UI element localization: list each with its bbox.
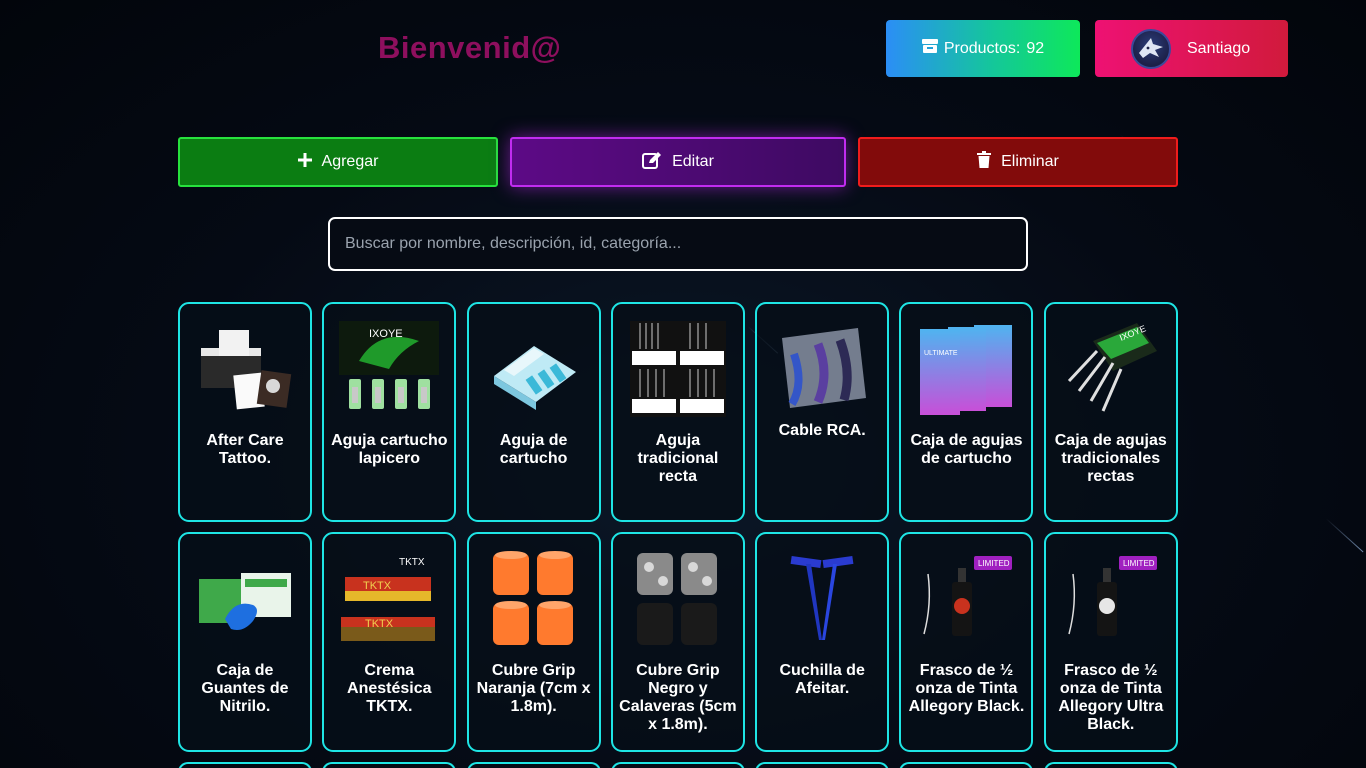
- product-name: Cuchilla de Afeitar.: [779, 662, 865, 697]
- product-name: Caja de Guantes de Nitrilo.: [201, 662, 289, 715]
- product-card[interactable]: Cubre Grip Naranja (7cm x 1.8m).: [466, 532, 601, 752]
- product-card[interactable]: [322, 762, 456, 768]
- product-card[interactable]: Cubre Grip Negro y Calaveras (5cm x 1.8m…: [610, 532, 745, 752]
- product-card[interactable]: [467, 762, 601, 768]
- product-card[interactable]: [899, 762, 1033, 768]
- product-card[interactable]: IXOYE Caja de agujas tradicionales recta…: [1043, 302, 1178, 522]
- product-name: Crema Anestésica TKTX.: [347, 662, 432, 715]
- user-name: Santiago: [1187, 39, 1251, 57]
- cartridge-pack-image: [484, 320, 584, 418]
- product-name: Cable RCA.: [778, 422, 866, 439]
- product-name: Aguja de cartucho: [499, 432, 568, 467]
- traditional-needle-image: [628, 320, 728, 418]
- svg-text:TKTX: TKTX: [363, 580, 392, 592]
- product-card[interactable]: IXOYE Aguja cartucho lapicero: [322, 302, 457, 522]
- product-grid: After Care Tattoo. IXOYE Aguja cartucho …: [178, 302, 1178, 752]
- product-card[interactable]: LIMITED Frasco de ½ onza de Tinta Allego…: [1043, 532, 1178, 752]
- svg-text:IXOYE: IXOYE: [369, 328, 403, 340]
- product-card[interactable]: Cuchilla de Afeitar.: [755, 532, 890, 752]
- product-name: Frasco de ½ onza de Tinta Allegory Ultra…: [1058, 662, 1164, 733]
- avatar: [1131, 28, 1171, 69]
- product-card[interactable]: TKTX TKTX TKTX Crema Anestésica TKTX.: [322, 532, 457, 752]
- tktx-cream-image: TKTX TKTX TKTX: [339, 550, 439, 648]
- product-name: Caja de agujas tradicionales rectas: [1054, 432, 1167, 485]
- aftercare-box-image: [195, 320, 295, 418]
- needle-box-image: IXOYE: [1061, 320, 1161, 418]
- product-name: Cubre Grip Naranja (7cm x 1.8m).: [476, 662, 591, 715]
- products-count-button[interactable]: Productos: 92: [886, 20, 1080, 77]
- edit-icon: [642, 151, 662, 174]
- delete-button[interactable]: Eliminar: [858, 137, 1178, 187]
- rca-cable-image: [772, 320, 872, 418]
- product-name: Aguja tradicional recta: [637, 432, 719, 485]
- product-name: Cubre Grip Negro y Calaveras (5cm x 1.8m…: [619, 662, 737, 733]
- product-card[interactable]: After Care Tattoo.: [178, 302, 312, 522]
- decorative-streak: [1325, 518, 1364, 553]
- razor-image: [772, 550, 872, 648]
- svg-text:LIMITED: LIMITED: [1123, 559, 1155, 568]
- cartridge-box-image: ULTIMATE: [916, 320, 1016, 418]
- edit-button-label: Editar: [672, 153, 714, 170]
- svg-text:TKTX: TKTX: [365, 618, 394, 630]
- edit-button[interactable]: Editar: [510, 137, 846, 187]
- product-card[interactable]: Aguja tradicional recta: [610, 302, 745, 522]
- product-name: Aguja cartucho lapicero: [331, 432, 448, 467]
- page-title: Bienvenid@: [378, 30, 562, 65]
- box-icon: [921, 39, 938, 58]
- trash-icon: [977, 151, 992, 173]
- cartridge-needle-image: IXOYE: [339, 320, 440, 418]
- orange-grip-image: [484, 550, 584, 648]
- product-card[interactable]: [178, 762, 312, 768]
- svg-text:LIMITED: LIMITED: [978, 559, 1010, 568]
- svg-text:ULTIMATE: ULTIMATE: [924, 350, 958, 357]
- product-name: After Care Tattoo.: [206, 432, 284, 467]
- product-card[interactable]: Aguja de cartucho: [466, 302, 601, 522]
- add-button-label: Agregar: [321, 153, 379, 170]
- products-label: Productos:: [943, 39, 1021, 57]
- product-card[interactable]: LIMITED Frasco de ½ onza de Tinta Allego…: [899, 532, 1034, 752]
- product-card[interactable]: Caja de Guantes de Nitrilo.: [178, 532, 312, 752]
- search-input[interactable]: [328, 217, 1028, 271]
- ink-bottle-image: LIMITED: [916, 550, 1016, 648]
- product-name: Caja de agujas de cartucho: [910, 432, 1023, 467]
- product-card[interactable]: [1044, 762, 1178, 768]
- svg-text:TKTX: TKTX: [399, 557, 425, 568]
- products-count: 92: [1026, 39, 1045, 57]
- product-name: Frasco de ½ onza de Tinta Allegory Black…: [908, 662, 1025, 715]
- add-button[interactable]: Agregar: [178, 137, 498, 187]
- skull-grip-image: [628, 550, 728, 648]
- user-menu-button[interactable]: Santiago: [1095, 20, 1288, 77]
- plus-icon: [297, 152, 312, 172]
- product-card[interactable]: Cable RCA.: [755, 302, 890, 522]
- ink-bottle-image: LIMITED: [1061, 550, 1161, 648]
- gloves-box-image: [195, 550, 295, 648]
- product-card[interactable]: ULTIMATE Caja de agujas de cartucho: [899, 302, 1034, 522]
- delete-button-label: Eliminar: [1001, 153, 1059, 170]
- product-card[interactable]: [611, 762, 745, 768]
- product-card[interactable]: [755, 762, 889, 768]
